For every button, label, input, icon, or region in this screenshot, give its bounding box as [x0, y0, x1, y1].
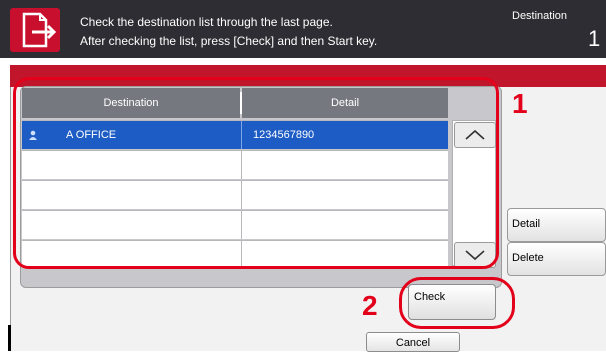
callout-highlight-1: [13, 77, 499, 269]
instruction-message: Check the destination list through the l…: [80, 13, 480, 51]
callout-number-1: 1: [512, 88, 528, 119]
callout-number-2: 2: [362, 290, 378, 321]
left-edge-marker: [8, 325, 11, 351]
destination-label: Destination: [512, 10, 568, 22]
detail-button[interactable]: Detail: [507, 208, 606, 242]
delete-button[interactable]: Delete: [507, 242, 606, 276]
destination-count: 1: [588, 26, 601, 51]
cancel-button[interactable]: Cancel: [366, 332, 460, 352]
document-send-icon: [10, 8, 60, 52]
instruction-line-2: After checking the list, press [Check] a…: [80, 34, 378, 48]
left-margin: [0, 65, 10, 351]
callout-highlight-2: [399, 277, 515, 329]
instruction-line-1: Check the destination list through the l…: [80, 15, 333, 29]
